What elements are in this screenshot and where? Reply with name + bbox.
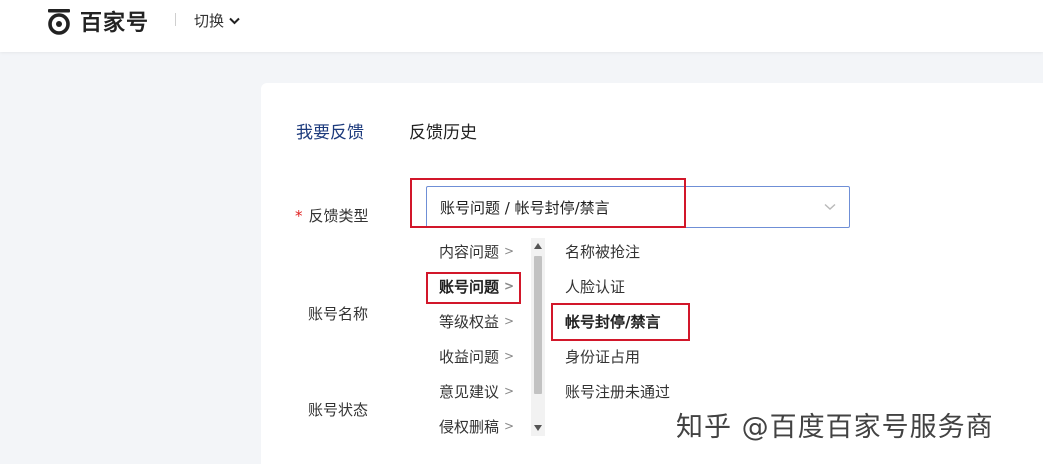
chevron-down-icon [824,203,836,210]
category-label: 等级权益 [439,312,500,331]
category-label: 内容问题 [439,242,500,261]
category-item[interactable]: 意见建议 > [439,381,519,401]
watermark-text: 知乎 @百度百家号服务商 [676,412,994,443]
switch-label: 切换 [194,12,225,30]
category-item-selected[interactable]: 账号问题 > [439,276,519,296]
tab-feedback-history[interactable]: 反馈历史 [409,118,477,143]
tab-submit-feedback[interactable]: 我要反馈 [296,118,364,143]
category-label: 侵权删稿 [439,417,500,436]
category-label: 意见建议 [439,382,500,401]
subcategory-item[interactable]: 账号注册未通过 [565,381,670,402]
scroll-down-arrow-icon[interactable] [534,425,542,431]
feedback-type-text: 反馈类型 [308,207,369,225]
chevron-right-icon: > [504,384,515,398]
subcategory-item[interactable]: 身份证占用 [565,346,640,367]
chevron-right-icon: > [504,314,515,328]
required-mark: * [295,207,303,225]
top-header: 百家号 切换 [0,0,1043,52]
baijiahao-logo-icon [48,9,70,35]
logo-text: 百家号 [80,11,150,36]
chevron-right-icon: > [504,279,515,293]
scroll-up-arrow-icon[interactable] [534,243,542,249]
subcategory-item-selected[interactable]: 帐号封停/禁言 [565,311,660,332]
category-item[interactable]: 侵权删稿 > [439,416,519,436]
category-scrollbar[interactable] [531,238,545,436]
category-item[interactable]: 收益问题 > [439,346,519,366]
feedback-type-select[interactable]: 账号问题 / 帐号封停/禁言 [426,186,850,228]
switch-account-button[interactable]: 切换 [194,10,240,31]
chevron-right-icon: > [504,244,515,258]
subcategory-item[interactable]: 人脸认证 [565,276,625,297]
category-item[interactable]: 等级权益 > [439,311,519,331]
feedback-type-label: * 反馈类型 [295,205,369,226]
feedback-type-value: 账号问题 / 帐号封停/禁言 [440,198,610,217]
category-label: 账号问题 [439,277,500,296]
chevron-right-icon: > [504,419,515,433]
chevron-down-icon [229,17,240,24]
category-item[interactable]: 内容问题 > [439,241,519,261]
account-status-label: 账号状态 [308,401,369,419]
header-divider [175,13,176,26]
category-label: 收益问题 [439,347,500,366]
scrollbar-thumb[interactable] [534,256,542,394]
chevron-right-icon: > [504,349,515,363]
account-name-label: 账号名称 [308,305,369,323]
subcategory-item[interactable]: 名称被抢注 [565,241,640,262]
